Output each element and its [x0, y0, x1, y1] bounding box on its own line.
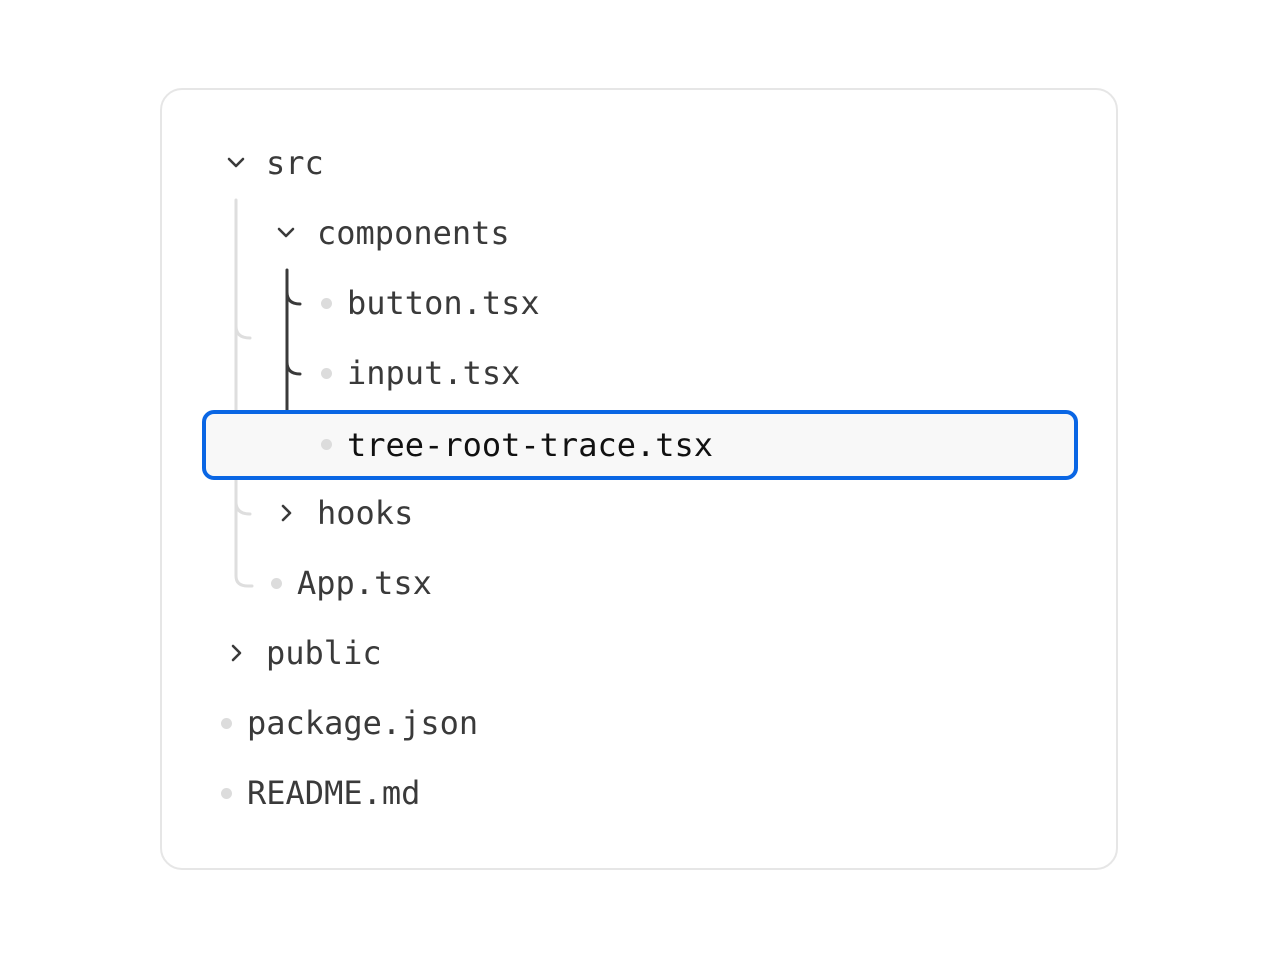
tree-item-hooks[interactable]: hooks — [272, 478, 413, 548]
tree-item-src[interactable]: src — [222, 128, 324, 198]
tree-item-label: App.tsx — [297, 564, 432, 602]
chevron-right-icon[interactable] — [276, 503, 296, 523]
chevron-down-icon[interactable] — [276, 223, 296, 243]
file-dot-icon — [271, 578, 282, 589]
file-dot-icon — [321, 368, 332, 379]
tree-item-package-json[interactable]: package.json — [216, 688, 478, 758]
file-dot-icon — [321, 439, 332, 450]
tree-item-readme-md[interactable]: README.md — [216, 758, 420, 828]
tree-item-label: components — [317, 214, 510, 252]
tree-item-label: public — [266, 634, 382, 672]
tree-item-label: button.tsx — [347, 284, 540, 322]
tree-item-label: input.tsx — [347, 354, 521, 392]
tree-item-public[interactable]: public — [222, 618, 382, 688]
tree-item-label: tree-root-trace.tsx — [347, 426, 714, 464]
tree-item-tree-root-trace-tsx[interactable]: tree-root-trace.tsx — [202, 410, 1078, 480]
tree-item-components[interactable]: components — [272, 198, 510, 268]
tree-item-label: README.md — [247, 774, 421, 812]
chevron-right-icon[interactable] — [226, 643, 246, 663]
tree-item-label: hooks — [317, 494, 414, 532]
tree-item-label: package.json — [247, 704, 479, 742]
tree-item-label: src — [266, 144, 324, 182]
chevron-down-icon[interactable] — [226, 153, 246, 173]
file-dot-icon — [221, 718, 232, 729]
tree-item-button-tsx[interactable]: button.tsx — [316, 268, 540, 338]
tree-item-app-tsx[interactable]: App.tsx — [266, 548, 432, 618]
tree-item-input-tsx[interactable]: input.tsx — [316, 338, 520, 408]
file-dot-icon — [221, 788, 232, 799]
file-dot-icon — [321, 298, 332, 309]
